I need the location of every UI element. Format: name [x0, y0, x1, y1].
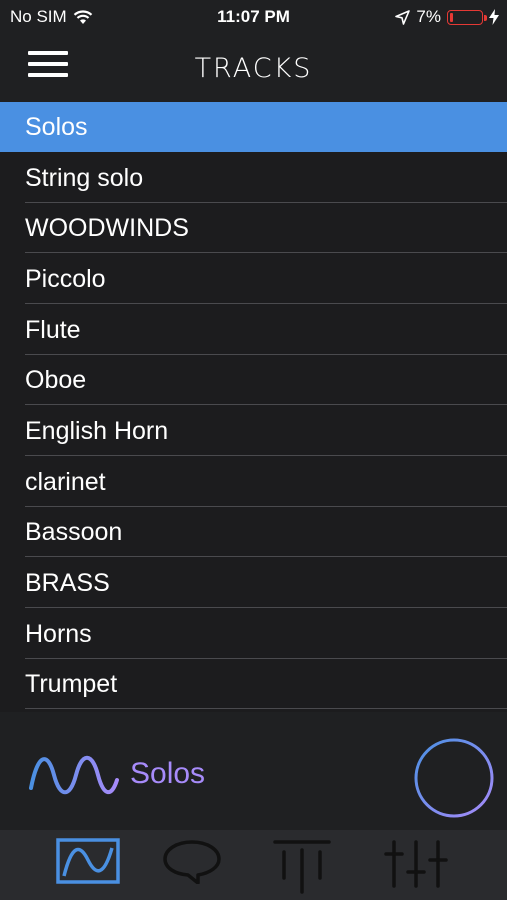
track-item-horns[interactable]: Horns: [0, 609, 507, 659]
mixer-sliders-icon[interactable]: [384, 838, 448, 890]
track-item-piccolo[interactable]: Piccolo: [0, 254, 507, 304]
audio-record-button[interactable]: [413, 737, 495, 819]
track-item-brass[interactable]: BRASS: [0, 558, 507, 608]
track-item-solos[interactable]: Solos: [0, 102, 507, 152]
track-item-english-horn[interactable]: English Horn: [0, 406, 507, 456]
tab-bar: [0, 830, 507, 900]
battery-percent: 7%: [416, 7, 441, 26]
nav-bar: TRACKS: [0, 34, 507, 102]
track-item-trumpet[interactable]: Trumpet: [0, 659, 507, 710]
waveform-icon[interactable]: [56, 838, 120, 884]
chat-bubble-icon[interactable]: [162, 838, 222, 884]
track-item-woodwinds[interactable]: WOODWINDS: [0, 203, 507, 254]
now-playing-label: Solos: [130, 757, 206, 790]
tuning-fork-icon[interactable]: [272, 838, 332, 894]
player-bar: Solos: [0, 712, 507, 830]
status-right: 7%: [395, 7, 499, 27]
sine-wave-icon: [29, 755, 119, 795]
track-item-string-solo[interactable]: String solo: [0, 153, 507, 203]
location-arrow-icon: [395, 9, 411, 25]
track-item-oboe[interactable]: Oboe: [0, 355, 507, 406]
charging-bolt-icon: [489, 9, 499, 25]
track-item-bassoon[interactable]: Bassoon: [0, 507, 507, 558]
page-title: TRACKS: [194, 53, 313, 84]
battery-icon: [447, 9, 487, 25]
track-list: Solos String solo WOODWINDS Piccolo Flut…: [0, 102, 507, 712]
status-bar: No SIM 11:07 PM 7%: [0, 0, 507, 34]
track-item-flute[interactable]: Flute: [0, 305, 507, 355]
track-item-clarinet[interactable]: clarinet: [0, 457, 507, 507]
